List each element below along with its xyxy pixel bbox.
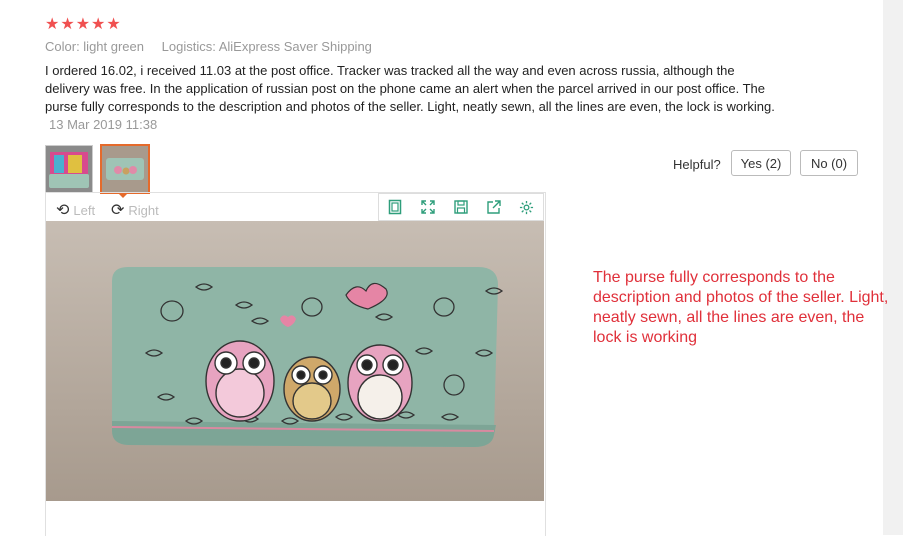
share-icon[interactable] xyxy=(484,197,504,217)
fit-icon[interactable] xyxy=(385,197,405,217)
rating-stars: ★★★★★ xyxy=(45,16,122,33)
rotate-left-icon: ⟲ xyxy=(56,202,70,219)
review-date: 13 Mar 2019 11:38 xyxy=(49,117,158,132)
rotate-right-label: Right xyxy=(128,202,159,218)
save-icon[interactable] xyxy=(451,197,471,217)
rotate-left-label: Left xyxy=(73,202,96,218)
review-text: I ordered 16.02, i received 11.03 at the… xyxy=(45,63,775,114)
settings-icon[interactable] xyxy=(517,197,537,217)
color-label: Color: light green xyxy=(45,39,144,54)
rotate-left-button[interactable]: ⟲ Left xyxy=(56,200,95,220)
fullscreen-icon[interactable] xyxy=(418,197,438,217)
review-text-block: I ordered 16.02, i received 11.03 at the… xyxy=(45,62,775,134)
helpful-label: Helpful? xyxy=(673,157,721,172)
rotate-right-icon: ⟳ xyxy=(111,202,125,219)
helpful-yes-button[interactable]: Yes (2) xyxy=(731,150,791,176)
review-meta: Color: light green Logistics: AliExpress… xyxy=(45,39,386,54)
review-photo-thumb-1[interactable] xyxy=(45,145,93,193)
review-photo-thumb-2[interactable] xyxy=(100,144,150,194)
viewer-toolbar xyxy=(378,193,544,221)
photo-caption: The purse fully corresponds to the descr… xyxy=(593,269,889,346)
rotate-right-button[interactable]: ⟳ Right xyxy=(111,200,159,220)
helpful-no-button[interactable]: No (0) xyxy=(800,150,858,176)
logistics-label: Logistics: AliExpress Saver Shipping xyxy=(161,39,372,54)
review-photo xyxy=(46,221,544,501)
